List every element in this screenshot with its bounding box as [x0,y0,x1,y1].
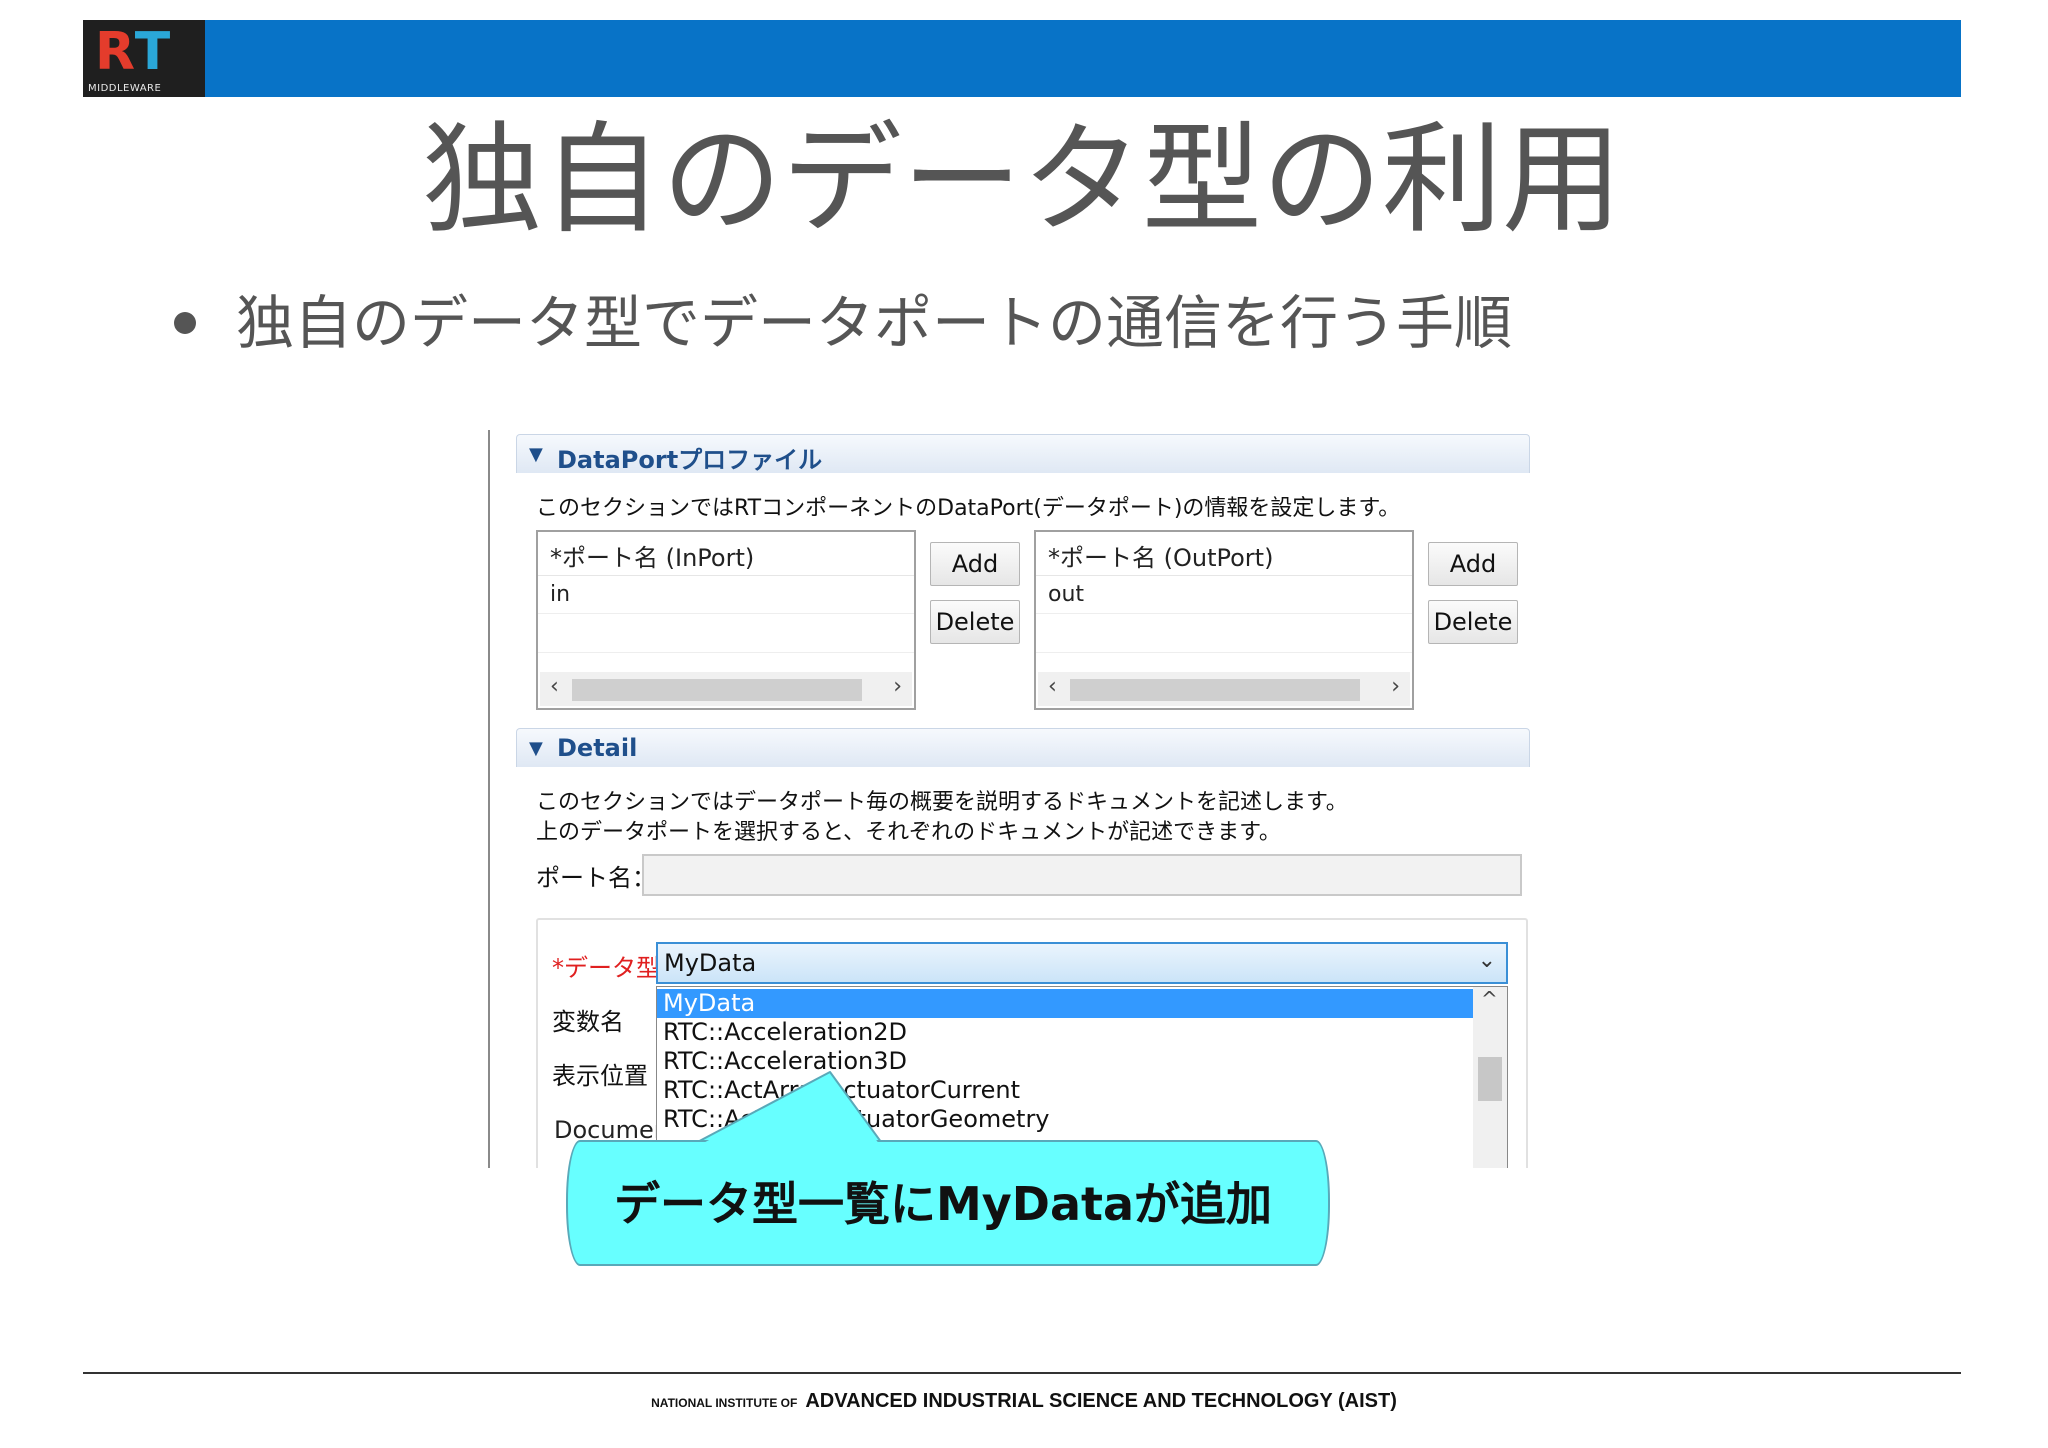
footer-main-text: ADVANCED INDUSTRIAL SCIENCE AND TECHNOLO… [805,1390,1397,1412]
chevron-down-icon[interactable]: ⌄ [1478,948,1496,973]
datatype-combobox[interactable]: MyData ⌄ [656,942,1508,984]
outport-list-empty-row[interactable] [1036,614,1412,653]
dropdown-option-selected[interactable]: MyData [657,989,1485,1018]
scroll-up-icon[interactable]: ^ [1481,987,1498,1011]
dataport-section-description: このセクションではRTコンポーネントのDataPort(データポート)の情報を設… [536,496,1401,521]
inport-list-header[interactable]: *ポート名 (InPort) [538,532,914,576]
scroll-right-icon[interactable]: › [893,674,902,699]
detail-description-line1: このセクションではデータポート毎の概要を説明するドキュメントを記述します。 [536,790,1348,815]
scrollbar-thumb[interactable] [1478,1057,1502,1101]
variable-name-label: 変数名 [552,1008,624,1036]
scrollbar-thumb[interactable] [1070,679,1360,701]
callout-text: データ型一覧にMyDataが追加 [614,1177,1273,1231]
scroll-left-icon[interactable]: ‹ [550,674,559,699]
inport-horizontal-scrollbar[interactable]: ‹ › [540,672,912,706]
footer-small-text: NATIONAL INSTITUTE OF [651,1396,798,1410]
dropdown-option[interactable]: RTC::Acceleration2D [657,1018,1485,1047]
collapse-triangle-icon[interactable]: ▼ [529,738,543,759]
scroll-right-icon[interactable]: › [1391,674,1400,699]
port-name-field[interactable] [642,854,1522,896]
bullet-text: 独自のデータ型でデータポートの通信を行う手順 [236,289,1513,357]
header-banner [83,20,1961,97]
dataport-section-title: DataPortプロファイル [557,446,823,474]
outport-add-button[interactable]: Add [1428,542,1518,586]
dropdown-option[interactable]: RTC::Acceleration3D [657,1047,1485,1076]
dropdown-vertical-scrollbar[interactable]: ^ [1473,987,1507,1168]
bullet-item: 独自のデータ型でデータポートの通信を行う手順 [174,290,1512,357]
outport-horizontal-scrollbar[interactable]: ‹ › [1038,672,1410,706]
inport-delete-button[interactable]: Delete [930,600,1020,644]
footer-divider [83,1372,1961,1374]
inport-add-button[interactable]: Add [930,542,1020,586]
bullet-dot-icon [174,311,196,334]
scrollbar-thumb[interactable] [572,679,862,701]
detail-description-line2: 上のデータポートを選択すると、それぞれのドキュメントが記述できます。 [536,820,1281,845]
inport-list[interactable]: *ポート名 (InPort) in ‹ › [536,530,916,710]
dropdown-option[interactable]: RTC::ActArrayActuatorGeometry [657,1105,1485,1134]
dataport-section-header[interactable]: ▼ DataPortプロファイル [516,434,1530,474]
scroll-left-icon[interactable]: ‹ [1048,674,1057,699]
outport-list-item[interactable]: out [1036,576,1412,614]
footer-institution: NATIONAL INSTITUTE OF ADVANCED INDUSTRIAL… [0,1390,2048,1413]
datatype-combobox-value: MyData [664,949,757,977]
dropdown-option[interactable]: RTC::ActArrayActuatorCurrent [657,1076,1485,1105]
detail-section-title: Detail [557,734,638,762]
collapse-triangle-icon[interactable]: ▼ [529,444,543,465]
rtc-builder-screenshot: ▼ DataPortプロファイル このセクションではRTコンポーネントのData… [488,430,1552,1168]
outport-list-header[interactable]: *ポート名 (OutPort) [1036,532,1412,576]
slide-title: 独自のデータ型の利用 [422,111,1622,250]
port-name-label: ポート名： [536,864,656,892]
inport-list-item[interactable]: in [538,576,914,614]
outport-list[interactable]: *ポート名 (OutPort) out ‹ › [1034,530,1414,710]
outport-delete-button[interactable]: Delete [1428,600,1518,644]
detail-section-header[interactable]: ▼ Detail [516,728,1530,767]
rt-middleware-logo: RT MIDDLEWARE [83,20,205,97]
datatype-label: *データ型 [552,954,660,982]
display-position-label: 表示位置 [552,1062,648,1090]
inport-list-empty-row[interactable] [538,614,914,653]
